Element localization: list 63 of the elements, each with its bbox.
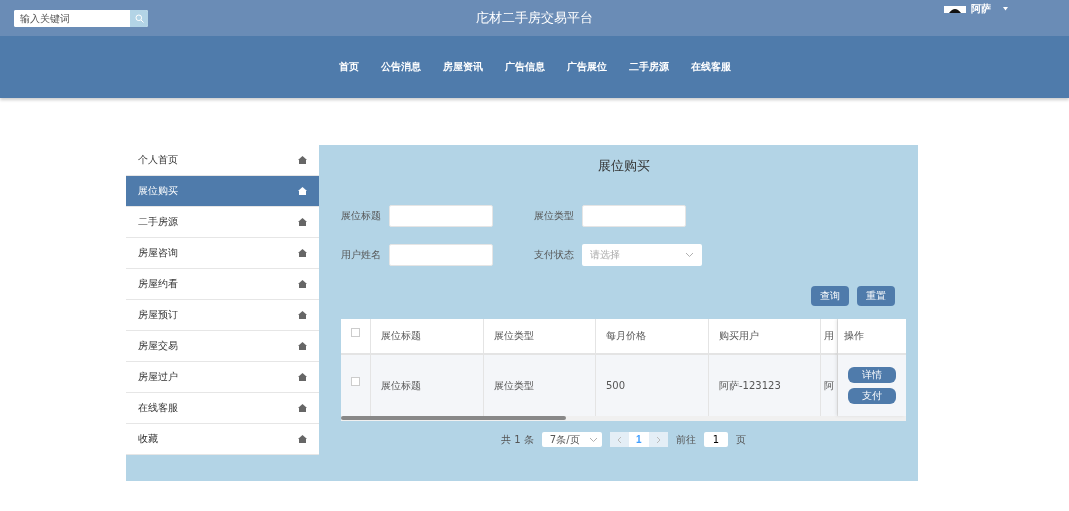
sidebar-item[interactable]: 展位购买 bbox=[126, 176, 319, 207]
search-button[interactable]: 查询 bbox=[811, 286, 849, 306]
caret-icon[interactable] bbox=[1002, 7, 1009, 11]
column-header: 购买用户 bbox=[709, 319, 821, 353]
home-icon bbox=[298, 249, 307, 257]
search-field[interactable]: 输入关键词 bbox=[14, 9, 148, 27]
page-button[interactable]: 1 bbox=[628, 432, 649, 447]
goto-label: 前往 bbox=[675, 432, 696, 447]
home-icon bbox=[298, 404, 307, 412]
filter-label: 展位类型 bbox=[534, 209, 575, 223]
page-size-select[interactable]: 7条/页 bbox=[541, 432, 602, 447]
sidebar-item[interactable]: 房屋过户 bbox=[126, 362, 319, 393]
home-icon bbox=[298, 218, 307, 226]
select-field[interactable]: 请选择 bbox=[582, 244, 702, 266]
input-field[interactable] bbox=[389, 205, 493, 227]
checkbox[interactable] bbox=[351, 377, 360, 386]
sidebar-item[interactable]: 房屋约看 bbox=[126, 269, 319, 300]
page-input[interactable]: 1 bbox=[703, 432, 728, 447]
home-icon bbox=[298, 187, 307, 195]
nav-link[interactable]: 广告信息 bbox=[502, 56, 547, 78]
previous-page-icon[interactable] bbox=[616, 435, 622, 444]
checkbox[interactable] bbox=[351, 327, 360, 337]
site-title: 庀材二手房交易平台 bbox=[476, 9, 593, 27]
reset-button[interactable]: 重置 bbox=[857, 286, 895, 306]
nav-link[interactable]: 二手房源 bbox=[626, 56, 671, 78]
nav-link[interactable]: 公告消息 bbox=[378, 56, 423, 78]
chevron-down-icon bbox=[685, 252, 694, 258]
column-header: 每月价格 bbox=[596, 319, 709, 353]
nav-link[interactable]: 广告展位 bbox=[564, 56, 609, 78]
home-icon bbox=[298, 311, 307, 319]
pay-button[interactable]: 支付 bbox=[848, 388, 896, 404]
detail-button[interactable]: 详情 bbox=[848, 367, 896, 383]
home-icon bbox=[298, 373, 307, 381]
home-icon bbox=[298, 280, 307, 288]
next-page-icon[interactable] bbox=[655, 435, 661, 444]
search-icon bbox=[134, 13, 144, 23]
user-name[interactable]: 阿萨 bbox=[971, 2, 991, 16]
avatar-icon bbox=[944, 5, 966, 13]
nav-link[interactable]: 在线客服 bbox=[688, 56, 733, 78]
page-suffix: 页 bbox=[735, 432, 746, 447]
panel-title: 展位购买 bbox=[597, 157, 650, 175]
input-field[interactable] bbox=[582, 205, 686, 227]
home-icon bbox=[298, 342, 307, 350]
nav-link[interactable]: 首页 bbox=[336, 56, 361, 78]
sidebar-item[interactable]: 在线客服 bbox=[126, 393, 319, 424]
sidebar-item[interactable]: 二手房源 bbox=[126, 207, 319, 238]
sidebar-item[interactable]: 房屋咨询 bbox=[126, 238, 319, 269]
filter-label: 支付状态 bbox=[534, 248, 575, 262]
column-header: 展位标题 bbox=[371, 319, 484, 353]
search-button[interactable] bbox=[130, 9, 148, 27]
total-count: 共 1 条 bbox=[501, 432, 534, 447]
sidebar-item[interactable]: 房屋交易 bbox=[126, 331, 319, 362]
filter-label: 展位标题 bbox=[341, 209, 382, 223]
input-field[interactable] bbox=[389, 244, 493, 266]
column-header: 展位类型 bbox=[484, 319, 596, 353]
chevron-down-icon bbox=[588, 436, 598, 443]
sidebar-item[interactable]: 房屋预订 bbox=[126, 300, 319, 331]
home-icon bbox=[298, 156, 307, 164]
scrollbar-thumb[interactable] bbox=[341, 416, 566, 420]
sidebar-item[interactable]: 收藏 bbox=[126, 424, 319, 455]
nav-link[interactable]: 房屋资讯 bbox=[440, 56, 485, 78]
filter-label: 用户姓名 bbox=[341, 248, 382, 262]
home-icon bbox=[298, 435, 307, 443]
